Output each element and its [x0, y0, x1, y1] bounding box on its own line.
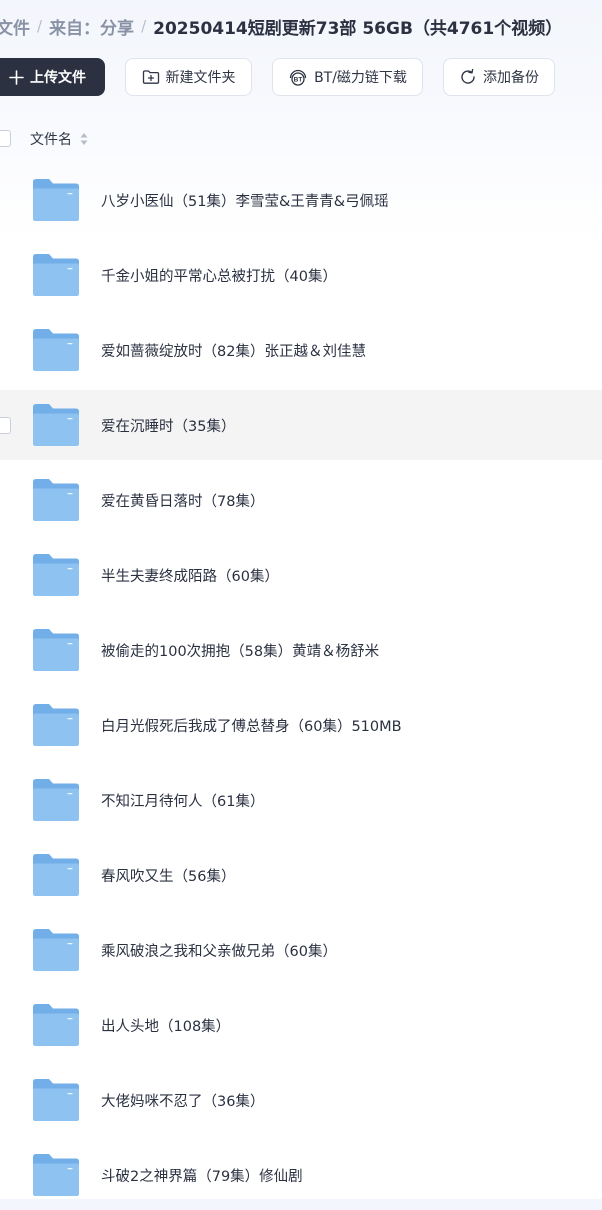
folder-icon [33, 404, 79, 446]
file-name[interactable]: 爱在黄昏日落时（78集） [101, 490, 264, 511]
folder-icon [33, 1004, 79, 1046]
file-row[interactable]: 不知江月待何人（61集） [0, 765, 602, 835]
select-all-checkbox[interactable] [0, 130, 11, 147]
file-name[interactable]: 白月光假死后我成了傅总替身（60集）510MB [101, 715, 402, 736]
file-name[interactable]: 大佬妈咪不忍了（36集） [101, 1090, 264, 1111]
folder-icon [33, 479, 79, 521]
folder-icon [33, 854, 79, 896]
file-name[interactable]: 不知江月待何人（61集） [101, 790, 264, 811]
upload-button-label: 上传文件 [30, 70, 86, 86]
file-name[interactable]: 被偷走的100次拥抱（58集）黄靖＆杨舒米 [101, 640, 379, 661]
folder-icon [33, 254, 79, 296]
folder-icon [33, 554, 79, 596]
file-row[interactable]: 千金小姐的平常心总被打扰（40集） [0, 240, 602, 310]
new-folder-button[interactable]: 新建文件夹 [125, 58, 252, 96]
file-name[interactable]: 半生夫妻终成陌路（60集） [101, 565, 279, 586]
file-row[interactable]: 大佬妈咪不忍了（36集） [0, 1065, 602, 1135]
breadcrumb: 文件 / 来自：分享 / 20250414短剧更新73部 56GB（共4761个… [0, 14, 563, 39]
folder-icon [33, 179, 79, 221]
bt-icon: BT [288, 68, 308, 86]
file-name[interactable]: 八岁小医仙（51集）李雪莹&王青青&弓佩瑶 [101, 190, 389, 211]
breadcrumb-separator: / [141, 17, 147, 35]
svg-text:BT: BT [294, 77, 303, 84]
folder-icon [33, 779, 79, 821]
new-folder-icon [142, 69, 160, 85]
file-row[interactable]: 出人头地（108集） [0, 990, 602, 1060]
column-header-filename[interactable]: 文件名 [30, 129, 72, 149]
sync-icon [459, 68, 477, 86]
file-row[interactable]: 八岁小医仙（51集）李雪莹&王青青&弓佩瑶 [0, 165, 602, 235]
file-row[interactable]: 被偷走的100次拥抱（58集）黄靖＆杨舒米 [0, 615, 602, 685]
new-folder-button-label: 新建文件夹 [165, 70, 236, 86]
file-row[interactable]: 乘风破浪之我和父亲做兄弟（60集） [0, 915, 602, 985]
folder-icon [33, 929, 79, 971]
breadcrumb-from-share[interactable]: 来自：分享 [49, 14, 134, 39]
file-name[interactable]: 千金小姐的平常心总被打扰（40集） [101, 265, 337, 286]
breadcrumb-current-folder: 20250414短剧更新73部 56GB（共4761个视频） [153, 18, 563, 39]
file-row[interactable]: 爱如蔷薇绽放时（82集）张正越＆刘佳慧 [0, 315, 602, 385]
file-row[interactable]: 半生夫妻终成陌路（60集） [0, 540, 602, 610]
row-checkbox[interactable] [0, 417, 11, 434]
breadcrumb-separator: / [37, 17, 43, 35]
folder-icon [33, 1154, 79, 1196]
sort-icon[interactable] [80, 131, 88, 150]
file-name[interactable]: 斗破2之神界篇（79集）修仙剧 [101, 1165, 303, 1186]
file-name[interactable]: 爱在沉睡时（35集） [101, 415, 235, 436]
folder-icon [33, 1079, 79, 1121]
plus-icon [9, 69, 24, 85]
folder-icon [33, 629, 79, 671]
folder-icon [33, 329, 79, 371]
bt-magnet-download-button[interactable]: BT BT/磁力链下载 [272, 58, 423, 96]
file-row[interactable]: 斗破2之神界篇（79集）修仙剧 [0, 1140, 602, 1210]
file-list-header: 文件名 [0, 122, 602, 156]
file-row[interactable]: 白月光假死后我成了傅总替身（60集）510MB [0, 690, 602, 760]
file-row[interactable]: 爱在沉睡时（35集） [0, 390, 602, 460]
file-row[interactable]: 爱在黄昏日落时（78集） [0, 465, 602, 535]
add-backup-label: 添加备份 [483, 70, 539, 86]
folder-icon [33, 704, 79, 746]
file-name[interactable]: 出人头地（108集） [101, 1015, 230, 1036]
file-name[interactable]: 春风吹又生（56集） [101, 865, 235, 886]
bt-magnet-download-label: BT/磁力链下载 [314, 70, 407, 86]
add-backup-button[interactable]: 添加备份 [443, 58, 555, 96]
file-name[interactable]: 乘风破浪之我和父亲做兄弟（60集） [101, 940, 337, 961]
file-name[interactable]: 爱如蔷薇绽放时（82集）张正越＆刘佳慧 [101, 340, 366, 361]
upload-button[interactable]: 上传文件 [0, 58, 105, 96]
file-row[interactable]: 春风吹又生（56集） [0, 840, 602, 910]
breadcrumb-files[interactable]: 文件 [0, 14, 30, 39]
